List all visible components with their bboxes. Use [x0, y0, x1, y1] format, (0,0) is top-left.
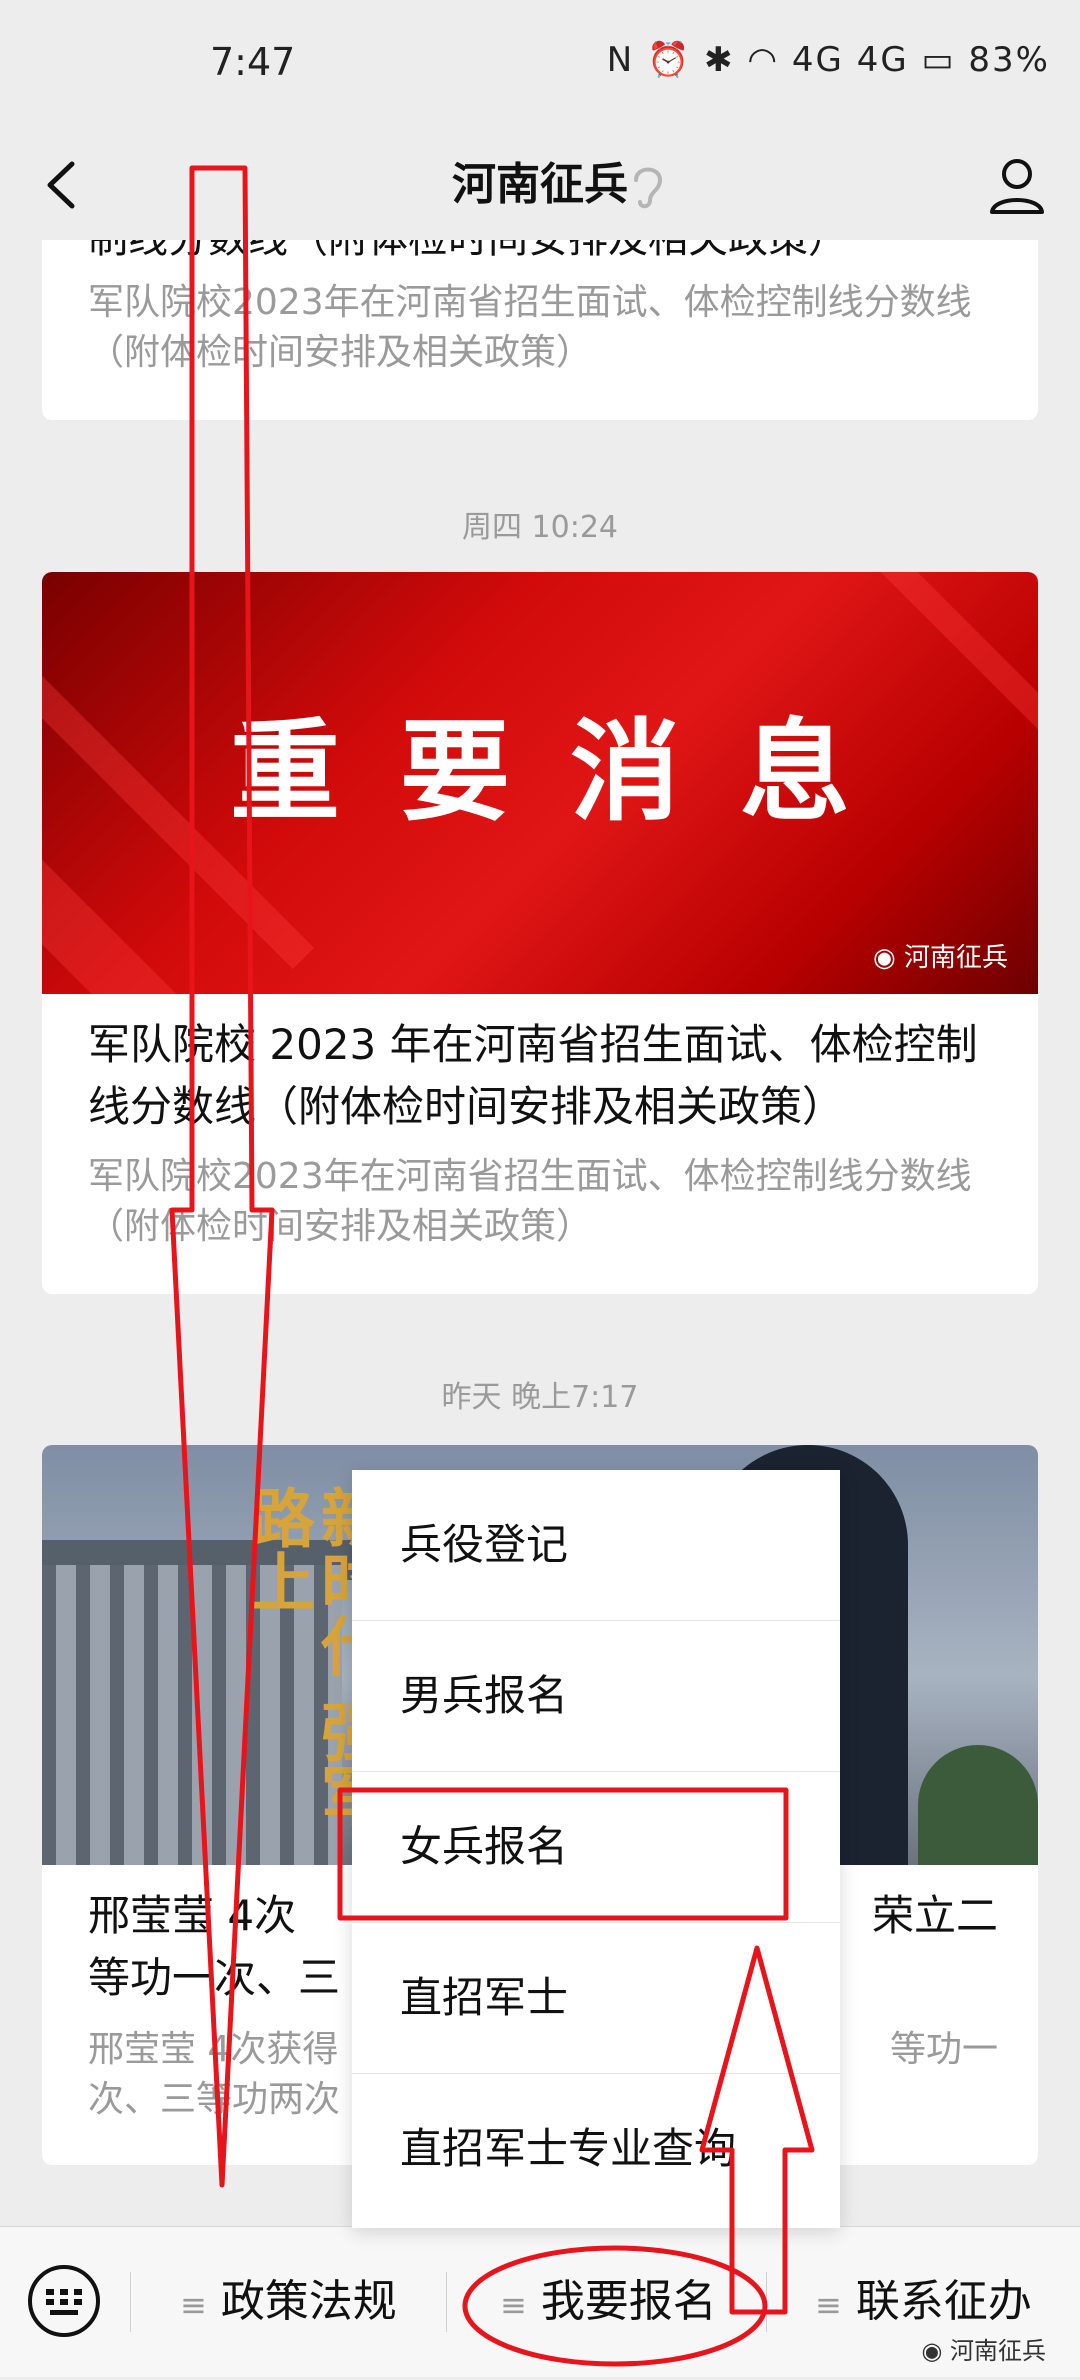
- article-card[interactable]: 重要消息 ◉ 河南征兵 军队院校 2023 年在河南省招生面试、体检控制线分数线…: [42, 572, 1038, 1294]
- menu-item-direct-recruit[interactable]: 直招军士: [352, 1923, 840, 2074]
- watermark: ◉ 河南征兵: [921, 2337, 1046, 2365]
- nav-bar: 河南征兵: [0, 130, 1080, 240]
- article-card[interactable]: 制线分数线（附体检时间安排及相关政策） 军队院校2023年在河南省招生面试、体检…: [42, 240, 1038, 420]
- tab-signup[interactable]: ≡ 我要报名: [500, 2227, 717, 2377]
- menu-item-military-registration[interactable]: 兵役登记: [352, 1470, 840, 1621]
- menu-icon: ≡: [815, 2286, 842, 2324]
- bottom-menu-bar: ≡ 政策法规 ≡ 我要报名 ≡ 联系征办 ◉ 河南征兵: [0, 2226, 1080, 2377]
- status-time: 7:47: [210, 40, 296, 84]
- wifi-icon: ◠: [747, 40, 780, 80]
- battery-icon: ▭: [921, 40, 956, 80]
- bluetooth-icon: ✱: [704, 40, 735, 80]
- profile-icon[interactable]: [982, 150, 1052, 220]
- article-title: 军队院校 2023 年在河南省招生面试、体检控制线分数线（附体检时间安排及相关政…: [88, 1020, 978, 1131]
- nfc-icon: N: [606, 40, 635, 80]
- wechat-icon: ◉: [873, 943, 896, 973]
- alarm-icon: ⏰: [646, 40, 692, 80]
- ear-icon: [634, 167, 663, 209]
- message-timestamp: 昨天 晚上7:17: [441, 1380, 639, 1415]
- banner-text: 重要消息: [230, 708, 910, 836]
- wechat-icon: ◉: [921, 2337, 943, 2365]
- article-description: 军队院校2023年在河南省招生面试、体检控制线分数线（附体检时间安排及相关政策）: [88, 282, 972, 373]
- menu-item-direct-recruit-major-query[interactable]: 直招军士专业查询: [352, 2074, 840, 2224]
- popup-menu: 兵役登记 男兵报名 女兵报名 直招军士 直招军士专业查询: [352, 1470, 840, 2228]
- page-title: 河南征兵: [452, 159, 628, 210]
- article-cover-image: 重要消息 ◉ 河南征兵: [42, 572, 1038, 994]
- tab-policy[interactable]: ≡ 政策法规: [180, 2227, 397, 2377]
- message-timestamp: 周四 10:24: [462, 510, 618, 545]
- article-title: 制线分数线（附体检时间安排及相关政策）: [88, 240, 848, 268]
- battery-percent: 83%: [968, 40, 1050, 80]
- article-description: 军队院校2023年在河南省招生面试、体检控制线分数线（附体检时间安排及相关政策）: [88, 1156, 972, 1247]
- keyboard-icon[interactable]: [26, 2263, 102, 2339]
- menu-icon: ≡: [180, 2286, 207, 2324]
- status-icons: N ⏰ ✱ ◠ 4G 4G ▭ 83%: [607, 40, 1050, 80]
- menu-item-female-signup[interactable]: 女兵报名: [352, 1772, 840, 1923]
- menu-item-male-signup[interactable]: 男兵报名: [352, 1621, 840, 1772]
- signal-icon: 4G 4G: [791, 40, 909, 80]
- watermark: ◉ 河南征兵: [873, 943, 1008, 973]
- menu-icon: ≡: [500, 2286, 527, 2324]
- status-bar: 7:47 N ⏰ ✱ ◠ 4G 4G ▭ 83%: [0, 0, 1080, 130]
